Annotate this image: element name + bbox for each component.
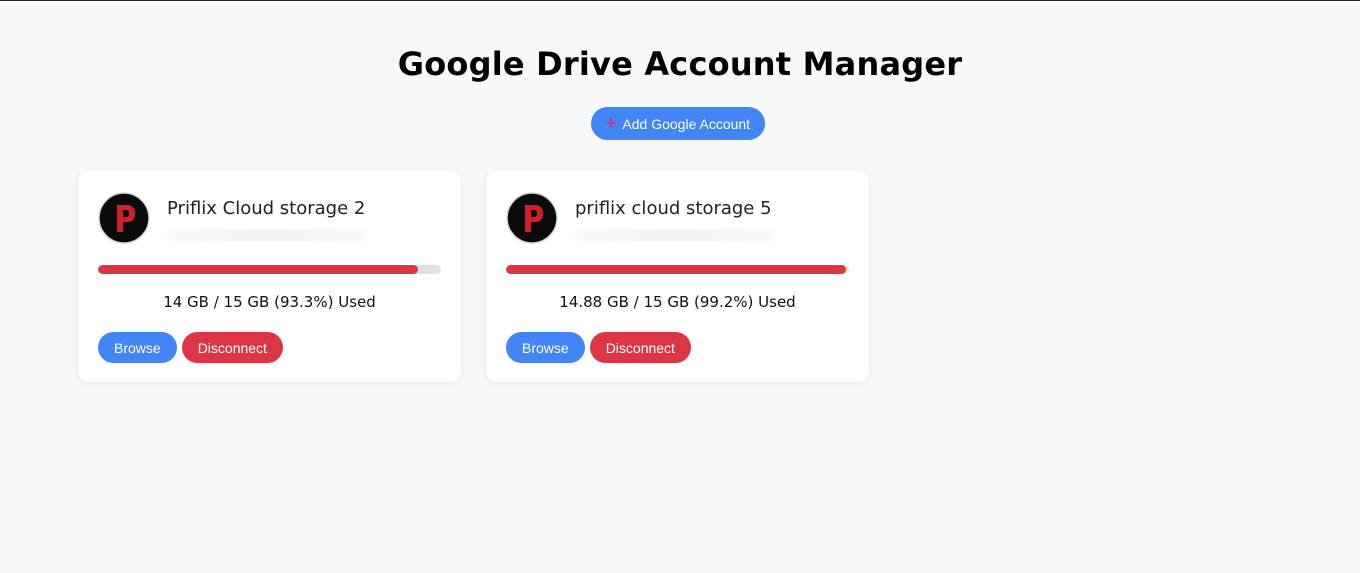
account-actions: Browse Disconnect	[506, 332, 691, 363]
account-actions: Browse Disconnect	[98, 332, 283, 363]
storage-progress-fill	[506, 265, 847, 274]
browse-button[interactable]: Browse	[506, 332, 585, 363]
storage-progress-bar	[98, 265, 441, 274]
account-email-placeholder	[167, 229, 367, 241]
account-name: priflix cloud storage 5	[575, 198, 772, 219]
storage-usage-text: 14.88 GB / 15 GB (99.2%) Used	[559, 293, 796, 311]
browse-button[interactable]: Browse	[98, 332, 177, 363]
account-card: priflix cloud storage 5 14.88 GB / 15 GB…	[486, 171, 869, 382]
disconnect-button[interactable]: Disconnect	[181, 332, 283, 363]
disconnect-button[interactable]: Disconnect	[589, 332, 691, 363]
storage-progress-bar	[506, 265, 849, 274]
add-google-account-label: Add Google Account	[622, 115, 751, 132]
storage-progress-fill	[98, 265, 419, 274]
priflix-logo-icon	[98, 192, 150, 244]
priflix-logo-icon	[506, 192, 558, 244]
account-card: Priflix Cloud storage 2 14 GB / 15 GB (9…	[78, 171, 461, 382]
account-email-placeholder	[575, 229, 775, 241]
account-name: Priflix Cloud storage 2	[167, 198, 366, 219]
storage-usage-text: 14 GB / 15 GB (93.3%) Used	[163, 293, 376, 311]
page-title: Google Drive Account Manager	[397, 45, 963, 83]
plus-icon: +	[605, 113, 617, 133]
add-google-account-button[interactable]: + Add Google Account	[591, 107, 765, 140]
